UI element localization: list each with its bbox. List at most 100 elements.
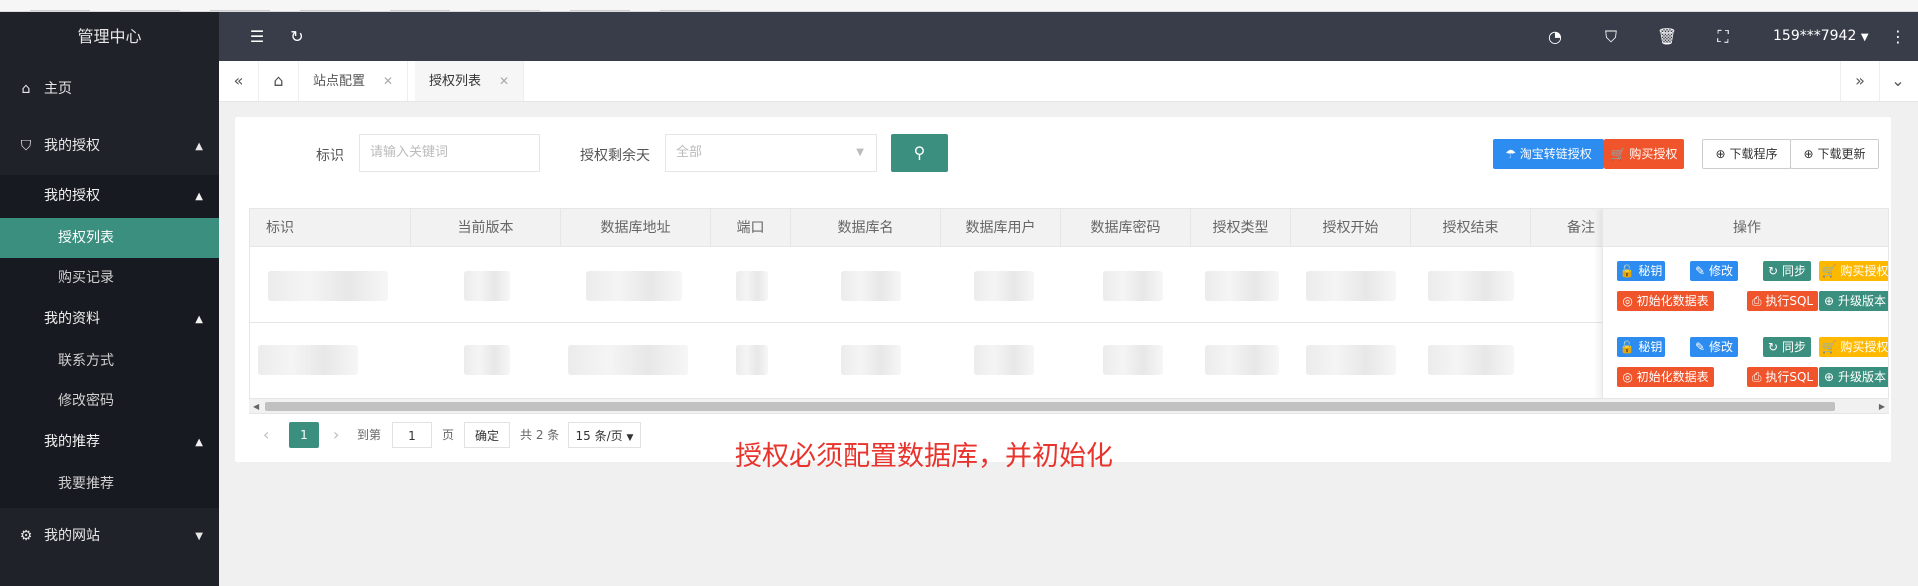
buy-auth-row-button[interactable]: 🛒 购买授权 bbox=[1819, 337, 1889, 357]
tab-label: 站点配置 bbox=[313, 74, 366, 89]
sidebar-item-contact[interactable]: 联系方式 bbox=[0, 341, 219, 381]
redacted-cell bbox=[586, 271, 682, 301]
buy-auth-row-button[interactable]: 🛒 购买授权 bbox=[1819, 261, 1889, 281]
sidebar-subhead-auth[interactable]: 我的授权 ▲ bbox=[0, 175, 219, 218]
scrollbar-thumb[interactable] bbox=[265, 402, 1835, 411]
redacted-cell bbox=[1428, 271, 1514, 301]
sidebar-item-home[interactable]: ⌂ 主页 bbox=[0, 61, 219, 118]
search-input[interactable]: 请输入关键词 bbox=[359, 134, 540, 172]
tab-home-icon[interactable]: ⌂ bbox=[259, 61, 299, 101]
init-db-button[interactable]: ◎ 初始化数据表 bbox=[1617, 367, 1714, 387]
upgrade-icon: ⊕ bbox=[1824, 294, 1835, 308]
prev-page-icon[interactable]: ‹ bbox=[263, 422, 269, 448]
database-icon: ◎ bbox=[1622, 294, 1633, 308]
user-menu[interactable]: 159***7942 ▼ bbox=[1773, 12, 1869, 61]
fullscreen-icon[interactable]: ⛶ bbox=[1703, 12, 1743, 61]
button-label: 同步 bbox=[1781, 264, 1806, 278]
close-icon[interactable]: ✕ bbox=[383, 74, 393, 88]
sidebar-subhead-profile[interactable]: 我的资料 ▲ bbox=[0, 298, 219, 341]
operations-column: 操作 🔓 秘钥 ✎ 修改 ↻ 同步 🛒 购买授权 ◎ 初始化数据表 ⎙ 执行SQ… bbox=[1602, 209, 1889, 413]
sidebar-item-buy-record[interactable]: 购买记录 bbox=[0, 258, 219, 298]
page-current[interactable]: 1 bbox=[289, 422, 319, 448]
sync-button[interactable]: ↻ 同步 bbox=[1763, 337, 1811, 357]
auth-table: 标识 当前版本 数据库地址 端口 数据库名 数据库用户 数据库密码 授权类型 授… bbox=[249, 208, 1889, 414]
caret-up-icon: ▲ bbox=[195, 314, 203, 325]
per-page-select[interactable]: 15 条/页 ▼ bbox=[568, 422, 641, 448]
button-label: 购买授权 bbox=[1629, 147, 1678, 161]
scroll-left-arrow-icon[interactable]: ◀ bbox=[253, 399, 259, 414]
sync-button[interactable]: ↻ 同步 bbox=[1763, 261, 1811, 281]
secret-button[interactable]: 🔓 秘钥 bbox=[1617, 261, 1665, 281]
button-label: 同步 bbox=[1781, 340, 1806, 354]
browser-bookmarks-bar bbox=[0, 0, 1918, 12]
sidebar-item-change-password[interactable]: 修改密码 bbox=[0, 381, 219, 421]
taobao-auth-button[interactable]: ☂ 淘宝转链授权 bbox=[1493, 139, 1604, 169]
column-header: 数据库用户 bbox=[941, 209, 1061, 247]
refresh-icon[interactable]: ↻ bbox=[277, 12, 317, 61]
button-label: 修改 bbox=[1708, 264, 1733, 278]
theme-icon[interactable]: ◔ bbox=[1535, 12, 1575, 61]
button-label: 购买授权 bbox=[1840, 264, 1889, 278]
download-program-button[interactable]: ⊕ 下载程序 bbox=[1702, 139, 1791, 169]
button-label: 升级版本 bbox=[1837, 370, 1886, 384]
column-header: 当前版本 bbox=[411, 209, 561, 247]
download-icon: ⊕ bbox=[1715, 147, 1726, 161]
menu-collapse-icon[interactable]: ☰ bbox=[237, 12, 277, 61]
search-button[interactable]: ⚲ bbox=[891, 134, 948, 172]
upgrade-button[interactable]: ⊕ 升级版本 bbox=[1819, 367, 1888, 387]
button-label: 秘钥 bbox=[1638, 264, 1663, 278]
column-header: 数据库密码 bbox=[1061, 209, 1191, 247]
top-header: ☰ ↻ ◔ ⛉ 🗑 ⛶ 159***7942 ▼ ⋮ bbox=[219, 12, 1918, 61]
edit-button[interactable]: ✎ 修改 bbox=[1690, 337, 1738, 357]
page-number-input[interactable]: 1 bbox=[392, 422, 432, 448]
sidebar-item-recommend[interactable]: 我要推荐 bbox=[0, 464, 219, 504]
button-label: 购买授权 bbox=[1840, 340, 1889, 354]
sidebar-subhead-label: 我的推荐 bbox=[44, 434, 100, 450]
goto-label: 到第 bbox=[357, 428, 382, 442]
init-db-button[interactable]: ◎ 初始化数据表 bbox=[1617, 291, 1714, 311]
upgrade-button[interactable]: ⊕ 升级版本 bbox=[1819, 291, 1888, 311]
tabs-scroll-right-icon[interactable]: » bbox=[1840, 61, 1880, 101]
buy-auth-button[interactable]: 🛒 购买授权 bbox=[1604, 139, 1684, 169]
sidebar-submenu: 我的授权 ▲ 授权列表 购买记录 我的资料 ▲ 联系方式 修改密码 我的推荐 ▲… bbox=[0, 175, 219, 508]
tabs-scroll-left-icon[interactable]: « bbox=[219, 61, 259, 101]
sync-icon: ↻ bbox=[1768, 264, 1779, 278]
column-header: 数据库地址 bbox=[561, 209, 711, 247]
page-unit-label: 页 bbox=[442, 428, 455, 442]
shield-icon[interactable]: ⛉ bbox=[1591, 12, 1631, 61]
goto-confirm-button[interactable]: 确定 bbox=[464, 422, 510, 448]
table-horizontal-scrollbar[interactable]: ◀ ▶ bbox=[249, 398, 1889, 413]
shield-check-icon: ⛉ bbox=[20, 138, 32, 154]
days-select[interactable]: 全部 ▼ bbox=[665, 134, 877, 172]
sidebar-item-label: 我的授权 bbox=[44, 138, 100, 154]
scroll-right-arrow-icon[interactable]: ▶ bbox=[1879, 399, 1885, 414]
sidebar-item-auth-list[interactable]: 授权列表 bbox=[0, 218, 219, 258]
per-page-value: 15 条/页 bbox=[575, 429, 623, 443]
exec-sql-button[interactable]: ⎙ 执行SQL bbox=[1747, 291, 1818, 311]
caret-up-icon: ▲ bbox=[195, 191, 203, 202]
close-icon[interactable]: ✕ bbox=[499, 74, 509, 88]
sidebar-subhead-recommend[interactable]: 我的推荐 ▲ bbox=[0, 421, 219, 464]
sidebar-item-website[interactable]: ⚙ 我的网站 ▼ bbox=[0, 508, 219, 565]
sidebar-item-auth[interactable]: ⛉ 我的授权 ▲ bbox=[0, 118, 219, 175]
redacted-cell bbox=[1103, 271, 1163, 301]
redacted-cell bbox=[1205, 345, 1279, 375]
next-page-icon[interactable]: › bbox=[333, 422, 339, 448]
tab-auth-list[interactable]: 授权列表 ✕ bbox=[415, 61, 525, 101]
more-vertical-icon[interactable]: ⋮ bbox=[1878, 12, 1918, 61]
download-update-button[interactable]: ⊕ 下载更新 bbox=[1790, 139, 1879, 169]
redacted-cell bbox=[258, 345, 358, 375]
redacted-cell bbox=[974, 271, 1034, 301]
redacted-cell bbox=[841, 271, 901, 301]
trash-icon[interactable]: 🗑 bbox=[1647, 12, 1687, 61]
caret-up-icon: ▲ bbox=[195, 141, 203, 152]
tabs-dropdown-icon[interactable]: ⌄ bbox=[1878, 61, 1918, 101]
secret-button[interactable]: 🔓 秘钥 bbox=[1617, 337, 1665, 357]
exec-sql-button[interactable]: ⎙ 执行SQL bbox=[1747, 367, 1818, 387]
edit-button[interactable]: ✎ 修改 bbox=[1690, 261, 1738, 281]
cart-icon: 🛒 bbox=[1821, 340, 1837, 354]
redacted-cell bbox=[464, 345, 510, 375]
pencil-icon: ✎ bbox=[1695, 340, 1706, 354]
tab-site-config[interactable]: 站点配置 ✕ bbox=[299, 61, 409, 101]
sidebar-subhead-label: 我的授权 bbox=[44, 188, 100, 204]
